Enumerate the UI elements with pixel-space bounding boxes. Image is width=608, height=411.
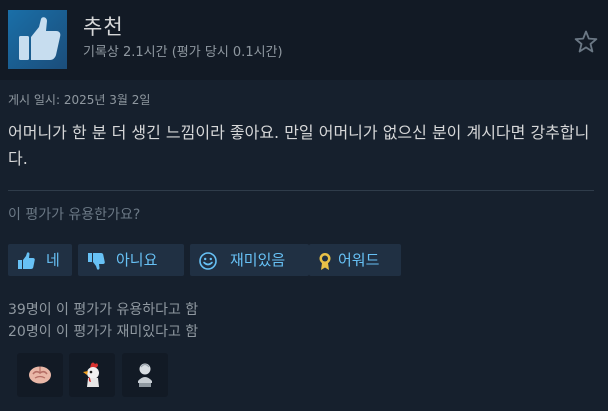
- vote-no-button[interactable]: 아니요: [78, 244, 184, 276]
- divider: [8, 190, 594, 191]
- thumbs-up-icon: [16, 250, 36, 270]
- helpful-question: 이 평가가 유용한가요?: [8, 207, 141, 223]
- recommended-thumbs-up-icon: [8, 10, 67, 69]
- review-text: 어머니가 한 분 더 생긴 느낌이라 좋아요. 만일 어머니가 없으신 분이 계…: [8, 123, 590, 168]
- review-stats: 39명이 이 평가가 유용하다고 함 20명이 이 평가가 재미있다고 함: [8, 299, 198, 343]
- smiley-icon: [198, 250, 218, 270]
- rooster-award-icon[interactable]: [69, 353, 115, 397]
- vote-yes-label: 네: [46, 251, 60, 269]
- vote-yes-button[interactable]: 네: [8, 244, 72, 276]
- vote-funny-button[interactable]: 재미있음: [190, 244, 309, 276]
- star-icon[interactable]: [572, 28, 600, 56]
- recommendation-title: 추천: [83, 15, 124, 39]
- funny-count: 20명이 이 평가가 재미있다고 함: [8, 324, 199, 340]
- vote-no-label: 아니요: [116, 251, 158, 269]
- award-button[interactable]: 어워드: [309, 244, 401, 276]
- posted-date: 게시 일시: 2025년 3월 2일: [8, 93, 151, 107]
- brain-award-icon[interactable]: [17, 353, 63, 397]
- award-label: 어워드: [338, 251, 380, 269]
- review-card: 추천 기록상 2.1시간 (평가 당시 0.1시간) 게시 일시: 2025년 …: [0, 0, 608, 411]
- award-medal-icon: [315, 250, 335, 270]
- review-header: 추천 기록상 2.1시간 (평가 당시 0.1시간): [0, 0, 608, 80]
- vote-funny-label: 재미있음: [230, 251, 286, 269]
- thumbs-down-icon: [86, 250, 106, 270]
- bust-award-icon[interactable]: [122, 353, 168, 397]
- helpful-count: 39명이 이 평가가 유용하다고 함: [8, 302, 199, 318]
- playtime-info: 기록상 2.1시간 (평가 당시 0.1시간): [83, 45, 283, 60]
